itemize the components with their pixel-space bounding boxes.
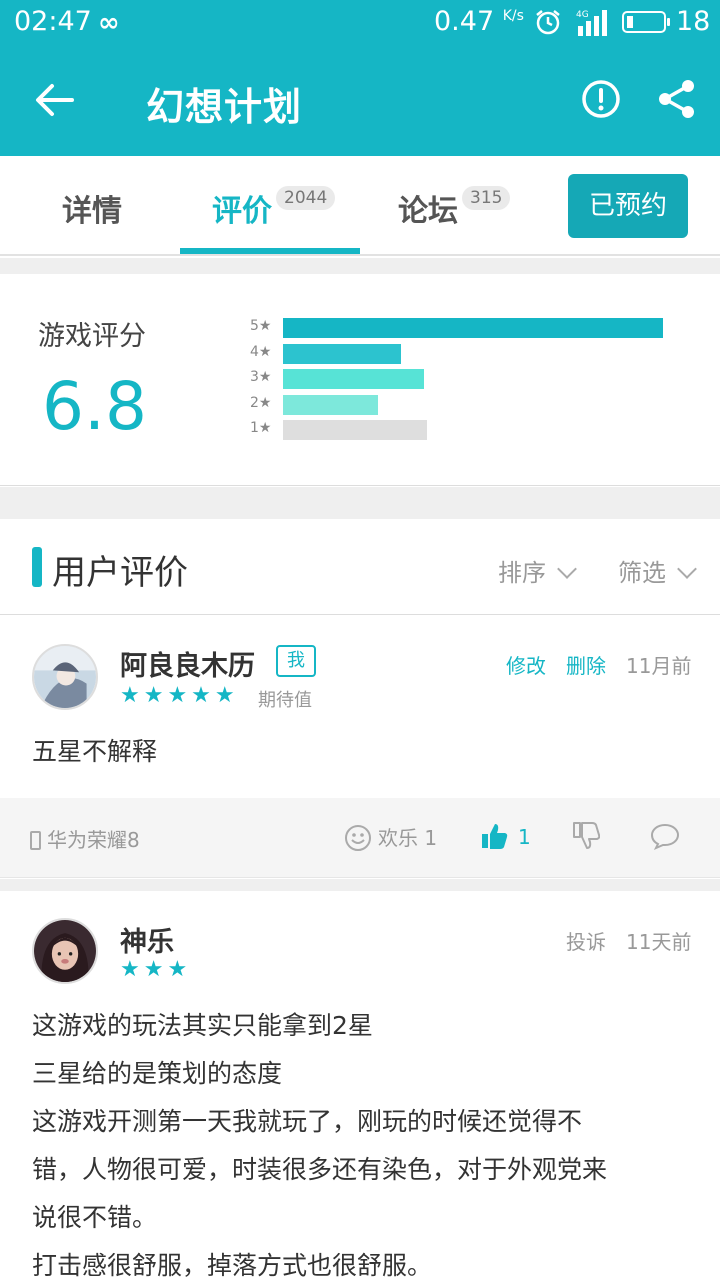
review-line: 五星不解释 <box>32 737 158 766</box>
reviewer-name[interactable]: 阿良良木历 <box>120 644 255 683</box>
page-title: 幻想计划 <box>146 85 303 129</box>
review-stars: ★★★ <box>120 957 192 982</box>
tab-reviews[interactable]: 评价 2044 <box>180 156 360 256</box>
divider <box>0 487 720 519</box>
reviewer-name[interactable]: 神乐 <box>120 920 174 959</box>
edit-button[interactable]: 修改 <box>506 650 546 679</box>
tab-details-label: 详情 <box>62 194 122 229</box>
filter-button[interactable]: 筛选 <box>618 553 697 588</box>
alert-circle-icon[interactable] <box>580 78 622 120</box>
rating-bar-label: 2★ <box>250 394 272 411</box>
device-info: 华为荣耀8 <box>30 824 140 853</box>
rating-bar-label: 1★ <box>250 420 272 436</box>
signal-icon: 4G <box>576 10 607 36</box>
review-stars: ★★★★★ <box>120 683 239 708</box>
status-bar: 02:47 ∞ 0.47 K/s 4G 18 <box>0 0 720 44</box>
net-speed-unit: K/s <box>502 8 524 24</box>
comment-icon[interactable] <box>650 822 680 850</box>
rating-score: 6.8 <box>42 368 147 445</box>
sort-button[interactable]: 排序 <box>498 553 577 588</box>
back-arrow-icon[interactable] <box>30 78 80 122</box>
avatar[interactable] <box>32 644 98 710</box>
divider <box>0 879 720 891</box>
app-header: 02:47 ∞ 0.47 K/s 4G 18 幻想计划 <box>0 0 720 156</box>
review-content[interactable]: 这游戏的玩法其实只能拿到2星 三星给的是策划的态度 这游戏开测第一天我就玩了，刚… <box>32 1002 692 1280</box>
rating-bar-label: 3★ <box>250 369 272 385</box>
chevron-down-icon <box>677 559 697 579</box>
rating-bar-fill <box>283 318 663 338</box>
review-footer: 华为荣耀8 欢乐 1 1 <box>0 798 720 878</box>
rating-bar-label: 4★ <box>250 343 272 360</box>
report-button[interactable]: 投诉 <box>566 926 606 955</box>
tab-forum-label: 论坛 <box>398 194 458 229</box>
review-time: 11天前 <box>626 930 692 954</box>
section-marker <box>32 547 42 587</box>
net-speed: 0.47 K/s <box>434 6 524 37</box>
rating-bar-fill <box>283 420 427 440</box>
review-content[interactable]: 五星不解释 <box>32 728 692 776</box>
avatar[interactable] <box>32 918 98 984</box>
tab-forum-count: 315 <box>462 186 511 210</box>
delete-button[interactable]: 删除 <box>566 650 606 679</box>
review-line: 说很不错。 <box>32 1203 158 1232</box>
tab-bar: 详情 评价 2044 论坛 315 已预约 <box>0 156 720 256</box>
chevron-down-icon <box>557 559 577 579</box>
battery-icon <box>622 11 670 33</box>
tab-forum[interactable]: 论坛 315 <box>360 156 540 256</box>
active-tab-indicator <box>180 248 360 254</box>
device-name: 华为荣耀8 <box>47 828 140 852</box>
review-line: 三星给的是策划的态度 <box>32 1059 283 1088</box>
rating-bar-label: 5★ <box>250 318 272 334</box>
thumbs-up-icon <box>482 824 508 849</box>
rating-label: 游戏评分 <box>38 321 146 352</box>
fun-count: 欢乐 1 <box>378 826 438 850</box>
alarm-icon <box>536 10 560 35</box>
rating-panel: 游戏评分 6.8 5★ 4★ 3★ 2★ 1★ <box>0 274 720 486</box>
phone-icon <box>30 831 41 850</box>
filter-label: 筛选 <box>618 559 666 587</box>
divider <box>0 258 720 274</box>
thumbs-down-icon[interactable] <box>572 820 600 850</box>
review-line: 这游戏开测第一天我就玩了，刚玩的时候还觉得不 <box>32 1107 583 1136</box>
review-line: 打击感很舒服，掉落方式也很舒服。 <box>32 1251 433 1280</box>
status-time: 02:47 <box>14 6 92 37</box>
tab-details[interactable]: 详情 <box>0 156 180 256</box>
fun-button[interactable]: 欢乐 1 <box>344 822 437 852</box>
review-time: 11月前 <box>626 654 692 678</box>
sort-label: 排序 <box>498 559 546 587</box>
rating-bar-fill <box>283 394 378 415</box>
review-line: 这游戏的玩法其实只能拿到2星 <box>32 1011 373 1040</box>
rating-bar-fill <box>283 369 424 389</box>
share-icon[interactable] <box>656 78 698 120</box>
network-type: 4G <box>576 10 589 20</box>
like-button[interactable]: 1 <box>480 822 531 850</box>
tab-reviews-count: 2044 <box>276 186 336 210</box>
reserved-button[interactable]: 已预约 <box>568 174 688 238</box>
user-reviews-header: 用户评价 排序 筛选 <box>0 519 720 615</box>
smile-icon <box>345 825 371 851</box>
like-count: 1 <box>518 825 531 849</box>
me-badge: 我 <box>276 645 316 677</box>
tab-reviews-label: 评价 <box>212 194 272 229</box>
section-title: 用户评价 <box>52 553 188 593</box>
net-speed-value: 0.47 <box>434 6 495 37</box>
rating-bar-fill <box>283 343 401 364</box>
battery-level: 18 <box>676 6 711 37</box>
infinity-icon: ∞ <box>98 8 120 38</box>
review-line: 错，人物很可爱，时装很多还有染色，对于外观党来 <box>32 1155 608 1184</box>
rating-tag: 期待值 <box>258 690 312 711</box>
